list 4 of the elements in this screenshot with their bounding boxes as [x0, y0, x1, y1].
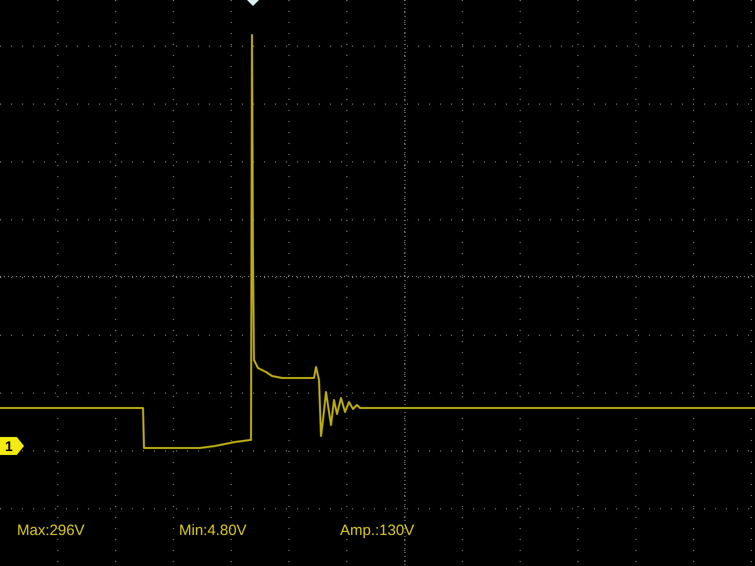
- measurement-readout: Amp.:130V: [340, 520, 414, 540]
- measurement-readout: Max:296V: [17, 520, 86, 540]
- channel-marker[interactable]: 1: [0, 437, 24, 455]
- measurement-readout: Min:4.80V: [179, 520, 248, 540]
